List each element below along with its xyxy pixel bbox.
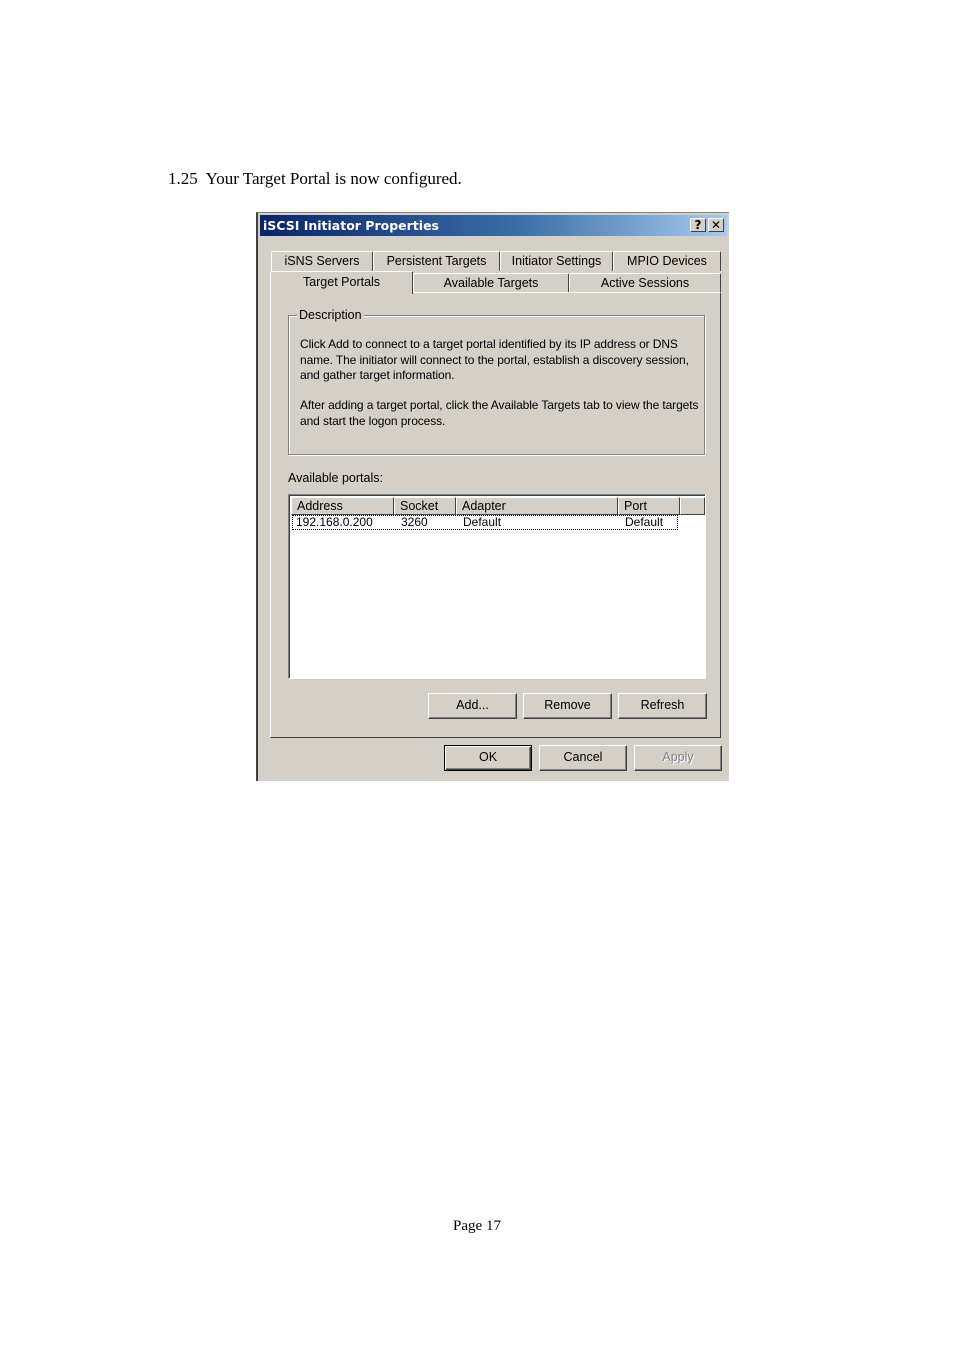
available-portals-label: Available portals:	[288, 471, 383, 485]
dialog-title: iSCSI Initiator Properties	[263, 218, 439, 233]
remove-button[interactable]: Remove	[523, 693, 612, 719]
table-row[interactable]: 192.168.0.200 3260 Default Default	[292, 515, 678, 530]
column-port[interactable]: Port	[618, 497, 680, 515]
description-legend: Description	[297, 308, 364, 322]
tab-initiator-settings[interactable]: Initiator Settings	[500, 251, 613, 271]
ok-button[interactable]: OK	[444, 745, 532, 771]
cell-address: 192.168.0.200	[296, 515, 373, 529]
title-bar: iSCSI Initiator Properties ? ✕	[260, 215, 727, 236]
description-group: Description Click Add to connect to a ta…	[288, 308, 705, 455]
cell-adapter: Default	[463, 515, 502, 529]
column-address[interactable]: Address	[291, 497, 394, 515]
description-paragraph-1: Click Add to connect to a target portal …	[300, 337, 689, 382]
page-number: Page 17	[453, 1218, 501, 1234]
help-button[interactable]: ?	[690, 218, 706, 232]
portals-list[interactable]: Address Socket Adapter Port 192.168.0.20…	[288, 494, 706, 679]
tab-available-targets[interactable]: Available Targets	[413, 273, 569, 293]
step-instruction: 1.25 Your Target Portal is now configure…	[168, 169, 462, 188]
iscsi-properties-dialog: iSCSI Initiator Properties ? ✕ iSNS Serv…	[256, 212, 729, 781]
close-button[interactable]: ✕	[708, 218, 724, 232]
target-portals-panel: Description Click Add to connect to a ta…	[270, 292, 721, 738]
description-paragraph-2: After adding a target portal, click the …	[300, 398, 699, 428]
tab-target-portals[interactable]: Target Portals	[270, 271, 413, 294]
tab-mpio-devices[interactable]: MPIO Devices	[613, 251, 721, 271]
tab-persistent-targets[interactable]: Persistent Targets	[373, 251, 500, 271]
close-icon: ✕	[710, 218, 722, 232]
column-adapter[interactable]: Adapter	[456, 497, 618, 515]
apply-button[interactable]: Apply	[634, 745, 722, 771]
column-socket[interactable]: Socket	[394, 497, 456, 515]
cell-port: Default	[625, 515, 664, 529]
cell-socket: 3260	[401, 515, 428, 529]
tab-isns-servers[interactable]: iSNS Servers	[271, 251, 373, 271]
refresh-button[interactable]: Refresh	[618, 693, 707, 719]
add-button[interactable]: Add...	[428, 693, 517, 719]
column-filler	[680, 497, 705, 515]
cancel-button[interactable]: Cancel	[539, 745, 627, 771]
help-icon: ?	[694, 218, 702, 232]
tab-active-sessions[interactable]: Active Sessions	[569, 273, 721, 293]
